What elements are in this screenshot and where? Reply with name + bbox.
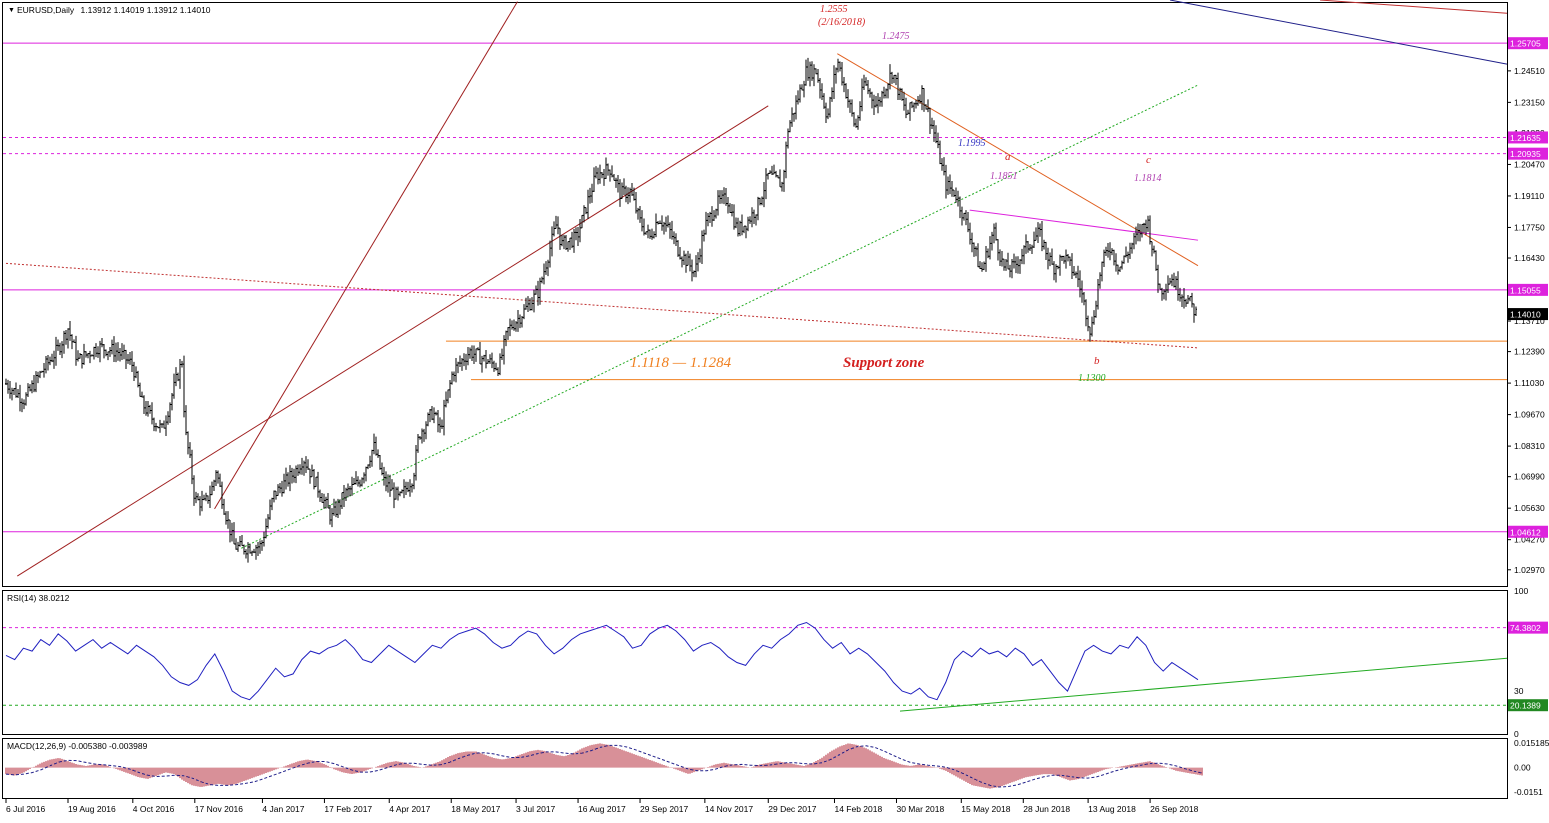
price-tick-label: 1.23150: [1514, 97, 1545, 107]
dotted-uptrend-line: [241, 84, 1199, 549]
date-tick-label: 29 Dec 2017: [768, 804, 816, 814]
level-tag-text-2: 1.20935: [1510, 149, 1541, 159]
date-tick-label: 17 Feb 2017: [324, 804, 372, 814]
price-tick-label: 1.08310: [1514, 441, 1545, 451]
date-tick-label: 15 May 2018: [961, 804, 1010, 814]
price-pane-frame: [2, 2, 1508, 587]
wave-c-price: 1.1814: [1134, 173, 1162, 184]
eurusd-chart: 1.029701.042701.056301.069901.083101.096…: [2, 0, 1549, 814]
rsi-pane-frame: [2, 590, 1508, 735]
price-tick-label: 1.11030: [1514, 378, 1544, 388]
level-tag-text-0: 1.25705: [1510, 39, 1541, 49]
price-tick-label: 1.16430: [1514, 253, 1545, 263]
channel-upper-line: [214, 1, 518, 510]
price-tick-label: 1.24510: [1514, 66, 1545, 76]
rsi-tick-label: 30: [1514, 686, 1524, 696]
price-tick-label: 1.05630: [1514, 503, 1545, 513]
wave-b-label: b: [1094, 355, 1100, 367]
rsi-line: [5, 621, 1199, 701]
annotation-lower-high: 1.2475: [882, 31, 910, 42]
ohlc-values: 1.13912 1.14019 1.13912 1.14010: [81, 5, 211, 15]
macd-tick-label: 0.015185: [1514, 738, 1549, 748]
date-tick-label: 18 May 2017: [451, 804, 500, 814]
support-zone-label: Support zone: [843, 355, 925, 371]
date-tick-label: 19 Aug 2016: [68, 804, 116, 814]
current-price-text: 1.14010: [1510, 310, 1541, 320]
menu-triangle-icon[interactable]: ▼: [8, 7, 15, 14]
rsi-level-text-0: 74.3802: [1510, 623, 1541, 633]
annotation-high-price: 1.2555: [820, 4, 848, 15]
rsi-trend-line: [899, 657, 1508, 712]
date-tick-label: 13 Aug 2018: [1088, 804, 1136, 814]
abc-resistance-line: [969, 209, 1199, 241]
rsi-level-text-1: 20.1389: [1510, 701, 1541, 711]
macd-tick-label: -0.0151: [1514, 787, 1543, 797]
date-tick-label: 4 Oct 2016: [133, 804, 175, 814]
date-tick-label: 14 Feb 2018: [834, 804, 882, 814]
rsi-label: RSI(14) 38.0212: [7, 593, 70, 603]
date-tick-label: 16 Aug 2017: [578, 804, 626, 814]
level-tag-text-4: 1.04612: [1510, 527, 1541, 537]
date-tick-label: 29 Sep 2017: [640, 804, 688, 814]
price-tick-label: 1.09670: [1514, 410, 1545, 420]
chart-header: EURUSD,Daily 1.13912 1.14019 1.13912 1.1…: [17, 5, 211, 15]
price-tick-label: 1.20470: [1514, 159, 1545, 169]
wave-a-label: a: [1005, 151, 1011, 163]
date-tick-label: 4 Jan 2017: [262, 804, 304, 814]
level-tag-text-1: 1.21635: [1510, 133, 1541, 143]
support-range-label: 1.1118 — 1.1284: [630, 355, 732, 371]
price-tick-label: 1.19110: [1514, 191, 1544, 201]
macd-label: MACD(12,26,9) -0.005380 -0.003989: [7, 741, 148, 751]
dotted-downtrend-line: [5, 262, 1199, 349]
level-tag-text-3: 1.15055: [1510, 285, 1541, 295]
wave-b-price: 1.1300: [1078, 373, 1106, 384]
price-tick-label: 1.06990: [1514, 472, 1545, 482]
rsi-tick-label: 100: [1514, 586, 1528, 596]
macd-tick-label: 0.00: [1514, 763, 1531, 773]
date-tick-label: 14 Nov 2017: [705, 804, 753, 814]
wave-a-price: 1.1851: [990, 171, 1018, 182]
date-tick-label: 3 Jul 2017: [516, 804, 555, 814]
red-trend-line-top: [1319, 0, 1508, 14]
wave-c-label: c: [1146, 154, 1151, 166]
price-tick-label: 1.02970: [1514, 565, 1545, 575]
date-tick-label: 6 Jul 2016: [6, 804, 45, 814]
date-tick-label: 30 Mar 2018: [896, 804, 944, 814]
descending-resistance-line: [837, 53, 1199, 267]
symbol-label: EURUSD,Daily: [17, 5, 75, 15]
annotation-high-date: (2/16/2018): [818, 17, 866, 28]
date-tick-label: 4 Apr 2017: [389, 804, 430, 814]
annotation-level-1995: 1.1995: [958, 138, 986, 149]
price-tick-label: 1.17750: [1514, 222, 1545, 232]
date-tick-label: 28 Jun 2018: [1023, 804, 1070, 814]
date-tick-label: 17 Nov 2016: [195, 804, 243, 814]
date-tick-label: 26 Sep 2018: [1150, 804, 1198, 814]
price-tick-label: 1.12390: [1514, 347, 1545, 357]
